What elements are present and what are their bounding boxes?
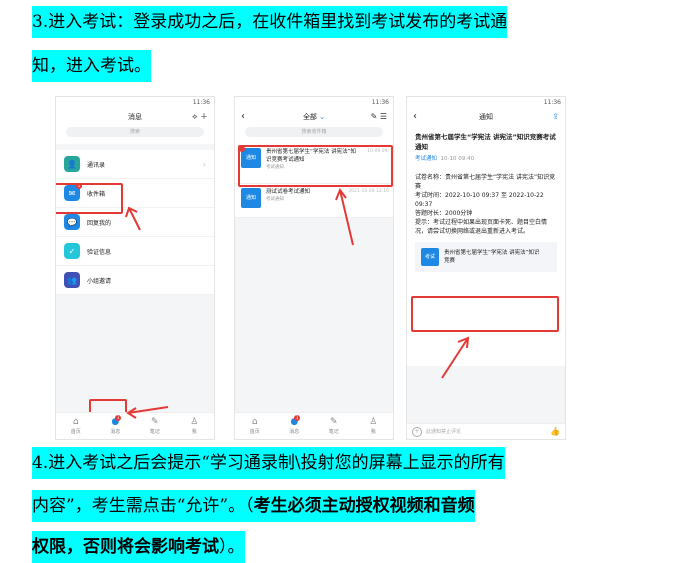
arrow-to-notice	[335, 187, 354, 246]
arrow-to-exam-card	[441, 336, 470, 379]
step4-line2-bold: 考生必须主动授权视频和音频	[253, 496, 475, 516]
step4-line2-normal: 内容”，考生需点击“允许”。（	[32, 496, 254, 516]
step4-line3: 权限，否则将会影响考试）。	[32, 531, 245, 563]
step4-line2: 内容”，考生需点击“允许”。（考生必须主动授权视频和音频	[32, 490, 475, 522]
arrow-to-message-tab	[126, 406, 169, 419]
step4-line3-normal: ）。	[219, 537, 245, 557]
arrow-to-inbox	[125, 206, 141, 231]
step4-line1: 4.进入考试之后会提示“学习通录制\投射您的屏幕上显示的所有	[32, 447, 505, 479]
step4-line3-bold: 权限，否则将会影响考试	[32, 537, 219, 557]
